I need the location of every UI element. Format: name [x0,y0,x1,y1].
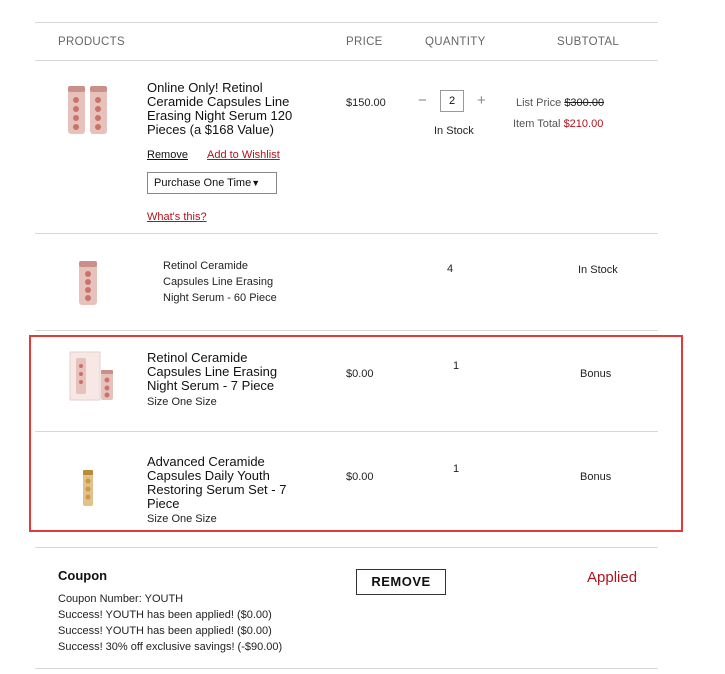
header-subtotal: SUBTOTAL [557,36,620,48]
coupon-message: Success! YOUTH has been applied! ($0.00) [58,609,272,621]
product-name[interactable]: Retinol Ceramide Capsules Line Erasing N… [147,351,277,393]
coupon-details: Coupon Number: YOUTH Success! YOUTH has … [58,591,282,655]
decrease-quantity-button[interactable]: − [418,92,427,110]
product-name[interactable]: Retinol Ceramide Capsules Line Erasing N… [163,258,277,306]
row-divider [35,233,658,234]
row-divider [35,431,658,432]
increase-quantity-button[interactable]: + [477,92,486,110]
chevron-down-icon: ▼ [251,178,261,188]
item-total: Item Total $210.00 [513,118,604,130]
header-quantity: QUANTITY [425,36,486,48]
item-price: $0.00 [346,368,374,380]
coupon-message: Success! 30% off exclusive savings! (-$9… [58,641,283,653]
whats-this-link[interactable]: What's this? [147,211,207,223]
quantity-input[interactable]: 2 [440,90,464,112]
item-quantity: 1 [453,463,460,475]
stock-status: In Stock [578,264,618,276]
add-to-wishlist-link[interactable]: Add to Wishlist [207,149,280,161]
item-quantity: 1 [453,360,460,372]
product-name[interactable]: Online Only! Retinol Ceramide Capsules L… [147,81,292,137]
item-quantity: 4 [447,263,454,275]
item-price: $0.00 [346,471,374,483]
item-price: $150.00 [346,97,386,109]
bonus-badge: Bonus [580,471,612,483]
coupon-number: Coupon Number: YOUTH [58,593,184,605]
bottom-divider [35,668,658,669]
product-name[interactable]: Advanced Ceramide Capsules Daily Youth R… [147,455,286,511]
list-price: List Price $300.00 [516,97,605,109]
coupon-title: Coupon [58,568,108,583]
bonus-badge: Bonus [580,368,612,380]
header-products: PRODUCTS [58,36,125,48]
product-image[interactable] [64,82,112,138]
remove-coupon-button[interactable]: REMOVE [356,569,446,595]
row-divider [35,547,658,548]
product-size: Size One Size [147,396,217,408]
bonus-items-highlight [29,335,683,532]
product-image[interactable] [68,350,120,402]
header-divider [35,60,658,61]
product-image[interactable] [80,468,96,508]
product-size: Size One Size [147,513,217,525]
product-image[interactable] [76,259,100,307]
coupon-status: Applied [587,569,638,586]
purchase-option-select[interactable]: Purchase One Time▼ [147,172,277,194]
header-price: PRICE [346,36,383,48]
coupon-message: Success! YOUTH has been applied! ($0.00) [58,625,272,637]
stock-status: In Stock [434,125,474,137]
row-divider [35,330,658,331]
remove-link[interactable]: Remove [147,149,188,161]
top-divider [35,22,658,23]
